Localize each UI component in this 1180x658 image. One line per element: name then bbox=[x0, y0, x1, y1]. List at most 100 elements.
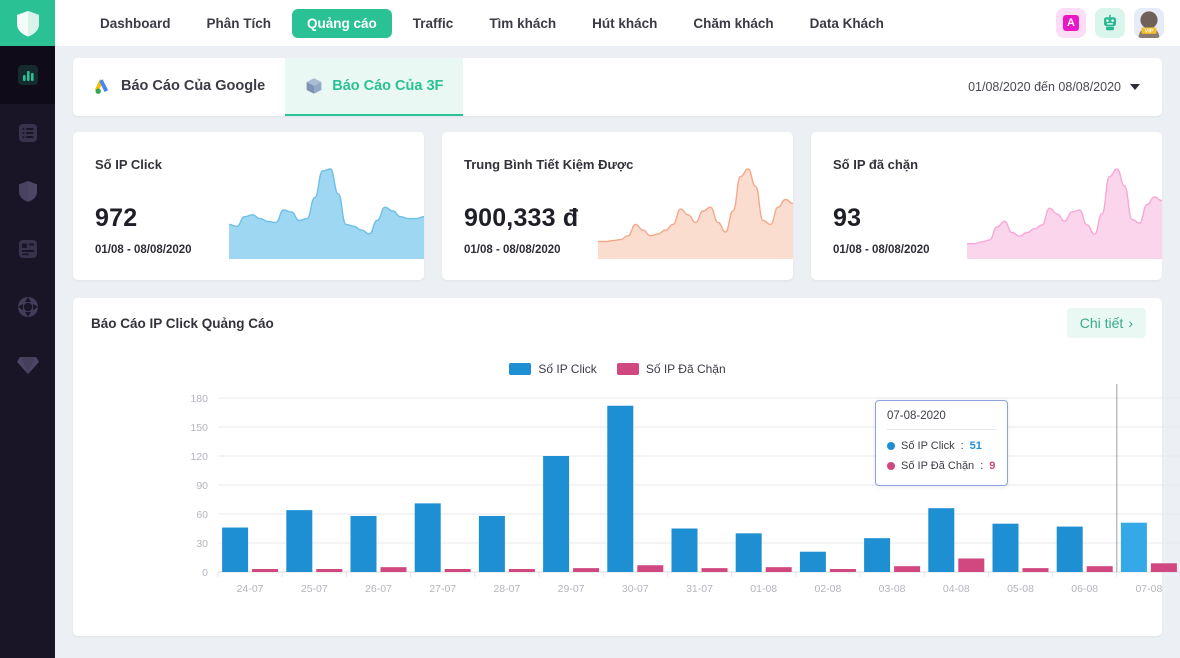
svg-text:150: 150 bbox=[190, 422, 208, 434]
nav-item-hut-khach[interactable]: Hút khách bbox=[577, 9, 672, 38]
chart-plot-area: 0 30 60 90 120 150 180 24-07 25-07 26-07 27-07 28-0… bbox=[73, 384, 1180, 636]
shield-icon bbox=[18, 181, 37, 202]
adobe-a-icon: A bbox=[1063, 15, 1079, 31]
svg-text:180: 180 bbox=[190, 393, 208, 405]
tooltip-label-click: Số IP Click bbox=[901, 440, 955, 452]
legend-swatch-blocked bbox=[616, 363, 639, 375]
robot-assistant-button[interactable] bbox=[1095, 8, 1125, 38]
svg-text:30: 30 bbox=[196, 538, 208, 550]
app-logo[interactable] bbox=[0, 0, 55, 46]
stat-value: 972 bbox=[95, 204, 138, 232]
svg-text:25-07: 25-07 bbox=[301, 583, 328, 595]
legend-label-click: Số IP Click bbox=[538, 362, 597, 376]
legend-swatch-click bbox=[509, 363, 532, 375]
stat-subtitle: 01/08 - 08/08/2020 bbox=[833, 244, 930, 256]
svg-text:30-07: 30-07 bbox=[622, 583, 649, 595]
legend-item-blocked[interactable]: Số IP Đã Chặn bbox=[616, 362, 726, 376]
sparkline-ip-click bbox=[229, 168, 424, 259]
svg-text:02-08: 02-08 bbox=[814, 583, 841, 595]
stat-value: 900,333 đ bbox=[464, 204, 579, 232]
tooltip-row-click: Số IP Click : 51 bbox=[887, 436, 996, 456]
chart-title: Báo Cáo IP Click Quảng Cáo bbox=[91, 316, 274, 331]
date-range-value: 01/08/2020 đến 08/08/2020 bbox=[968, 80, 1121, 94]
tab-label-3f: Báo Cáo Của 3F bbox=[332, 78, 444, 94]
stat-subtitle: 01/08 - 08/08/2020 bbox=[464, 244, 561, 256]
bar-chart-svg: 0 30 60 90 120 150 180 24-07 25-07 26-07 27-07 28-0… bbox=[190, 384, 1180, 595]
sparkline-ip-blocked bbox=[967, 168, 1162, 259]
stat-subtitle: 01/08 - 08/08/2020 bbox=[95, 244, 192, 256]
nav-item-cham-khach[interactable]: Chăm khách bbox=[678, 9, 788, 38]
top-icon-group: A VIP bbox=[1056, 8, 1164, 38]
svg-text:31-07: 31-07 bbox=[686, 583, 713, 595]
chart-legend: Số IP Click Số IP Đã Chặn bbox=[73, 362, 1162, 376]
tab-bao-cao-google[interactable]: Báo Cáo Của Google bbox=[73, 58, 285, 116]
chi-tiet-label: Chi tiết bbox=[1079, 315, 1124, 331]
stat-card-tiet-kiem: Trung Bình Tiết Kiệm Được 900,333 đ 01/0… bbox=[442, 132, 793, 280]
chevron-right-icon: › bbox=[1128, 315, 1133, 331]
svg-text:06-08: 06-08 bbox=[1071, 583, 1098, 595]
stat-title: Số IP đã chặn bbox=[833, 157, 919, 172]
sidebar-item-reports[interactable] bbox=[0, 46, 55, 104]
list-icon bbox=[18, 124, 37, 142]
robot-icon bbox=[1104, 14, 1116, 31]
sidebar-item-premium[interactable] bbox=[0, 336, 55, 394]
bar-chart-icon bbox=[17, 65, 38, 85]
nav-item-traffic[interactable]: Traffic bbox=[398, 9, 469, 38]
sparkline-tiet-kiem bbox=[598, 168, 793, 259]
svg-text:0: 0 bbox=[202, 567, 208, 579]
nav-item-tim-khach[interactable]: Tìm khách bbox=[474, 9, 571, 38]
stat-title: Số IP Click bbox=[95, 157, 162, 172]
svg-text:29-07: 29-07 bbox=[558, 583, 585, 595]
chart-tooltip: 07-08-2020 Số IP Click : 51 Số IP Đã Chặ… bbox=[875, 400, 1008, 486]
chevron-down-icon bbox=[1130, 84, 1140, 90]
nav-item-dashboard[interactable]: Dashboard bbox=[85, 9, 186, 38]
content-area: Báo Cáo Của Google Báo Cáo Của 3F 01/08/… bbox=[55, 46, 1180, 658]
tooltip-dot-blocked bbox=[887, 462, 895, 470]
adobe-a-button[interactable]: A bbox=[1056, 8, 1086, 38]
top-navigation: Dashboard Phân Tích Quảng cáo Traffic Tì… bbox=[55, 0, 1180, 46]
cube-3f-icon bbox=[306, 78, 322, 94]
sidebar-item-target[interactable] bbox=[0, 278, 55, 336]
svg-text:24-07: 24-07 bbox=[237, 583, 264, 595]
sidebar-item-protection[interactable] bbox=[0, 162, 55, 220]
main-region: Dashboard Phân Tích Quảng cáo Traffic Tì… bbox=[55, 0, 1180, 658]
chi-tiet-button[interactable]: Chi tiết › bbox=[1066, 308, 1146, 338]
svg-text:04-08: 04-08 bbox=[943, 583, 970, 595]
stat-card-ip-blocked: Số IP đã chặn 93 01/08 - 08/08/2020 bbox=[811, 132, 1162, 280]
stat-value: 93 bbox=[833, 204, 862, 232]
svg-text:26-07: 26-07 bbox=[365, 583, 392, 595]
svg-text:90: 90 bbox=[196, 480, 208, 492]
sidebar-item-layout[interactable] bbox=[0, 220, 55, 278]
svg-text:120: 120 bbox=[190, 451, 208, 463]
user-avatar[interactable]: VIP bbox=[1134, 8, 1164, 38]
tab-bao-cao-3f[interactable]: Báo Cáo Của 3F bbox=[285, 58, 464, 116]
tooltip-value-blocked: 9 bbox=[989, 460, 996, 472]
tooltip-date: 07-08-2020 bbox=[887, 410, 996, 430]
svg-text:VIP: VIP bbox=[1145, 28, 1154, 34]
stat-card-row: Số IP Click 972 01/08 - 08/08/2020 Trung… bbox=[73, 132, 1162, 280]
main-chart-card: Báo Cáo IP Click Quảng Cáo Chi tiết › Số… bbox=[73, 298, 1180, 636]
tooltip-dot-click bbox=[887, 442, 895, 450]
svg-text:05-08: 05-08 bbox=[1007, 583, 1034, 595]
nav-item-data-khach[interactable]: Data Khách bbox=[795, 9, 899, 38]
tooltip-row-blocked: Số IP Đã Chặn : 9 bbox=[887, 456, 996, 476]
target-icon bbox=[17, 297, 38, 317]
svg-text:28-07: 28-07 bbox=[493, 583, 520, 595]
nav-item-phan-tich[interactable]: Phân Tích bbox=[192, 9, 287, 38]
nav-item-quang-cao[interactable]: Quảng cáo bbox=[292, 8, 392, 38]
svg-text:01-08: 01-08 bbox=[750, 583, 777, 595]
sidebar bbox=[0, 0, 55, 658]
app-root: Dashboard Phân Tích Quảng cáo Traffic Tì… bbox=[0, 0, 1180, 658]
tooltip-colon: : bbox=[980, 460, 984, 472]
tooltip-label-blocked: Số IP Đã Chặn bbox=[901, 460, 975, 472]
date-range-picker[interactable]: 01/08/2020 đến 08/08/2020 bbox=[968, 58, 1162, 116]
legend-label-blocked: Số IP Đã Chặn bbox=[645, 362, 726, 376]
sidebar-item-list[interactable] bbox=[0, 104, 55, 162]
legend-item-click[interactable]: Số IP Click bbox=[509, 362, 597, 376]
svg-text:27-07: 27-07 bbox=[429, 583, 456, 595]
shield-logo-icon bbox=[16, 10, 39, 36]
svg-text:60: 60 bbox=[196, 509, 208, 521]
svg-text:03-08: 03-08 bbox=[879, 583, 906, 595]
tooltip-value-click: 51 bbox=[969, 440, 982, 452]
diamond-icon bbox=[16, 357, 39, 374]
